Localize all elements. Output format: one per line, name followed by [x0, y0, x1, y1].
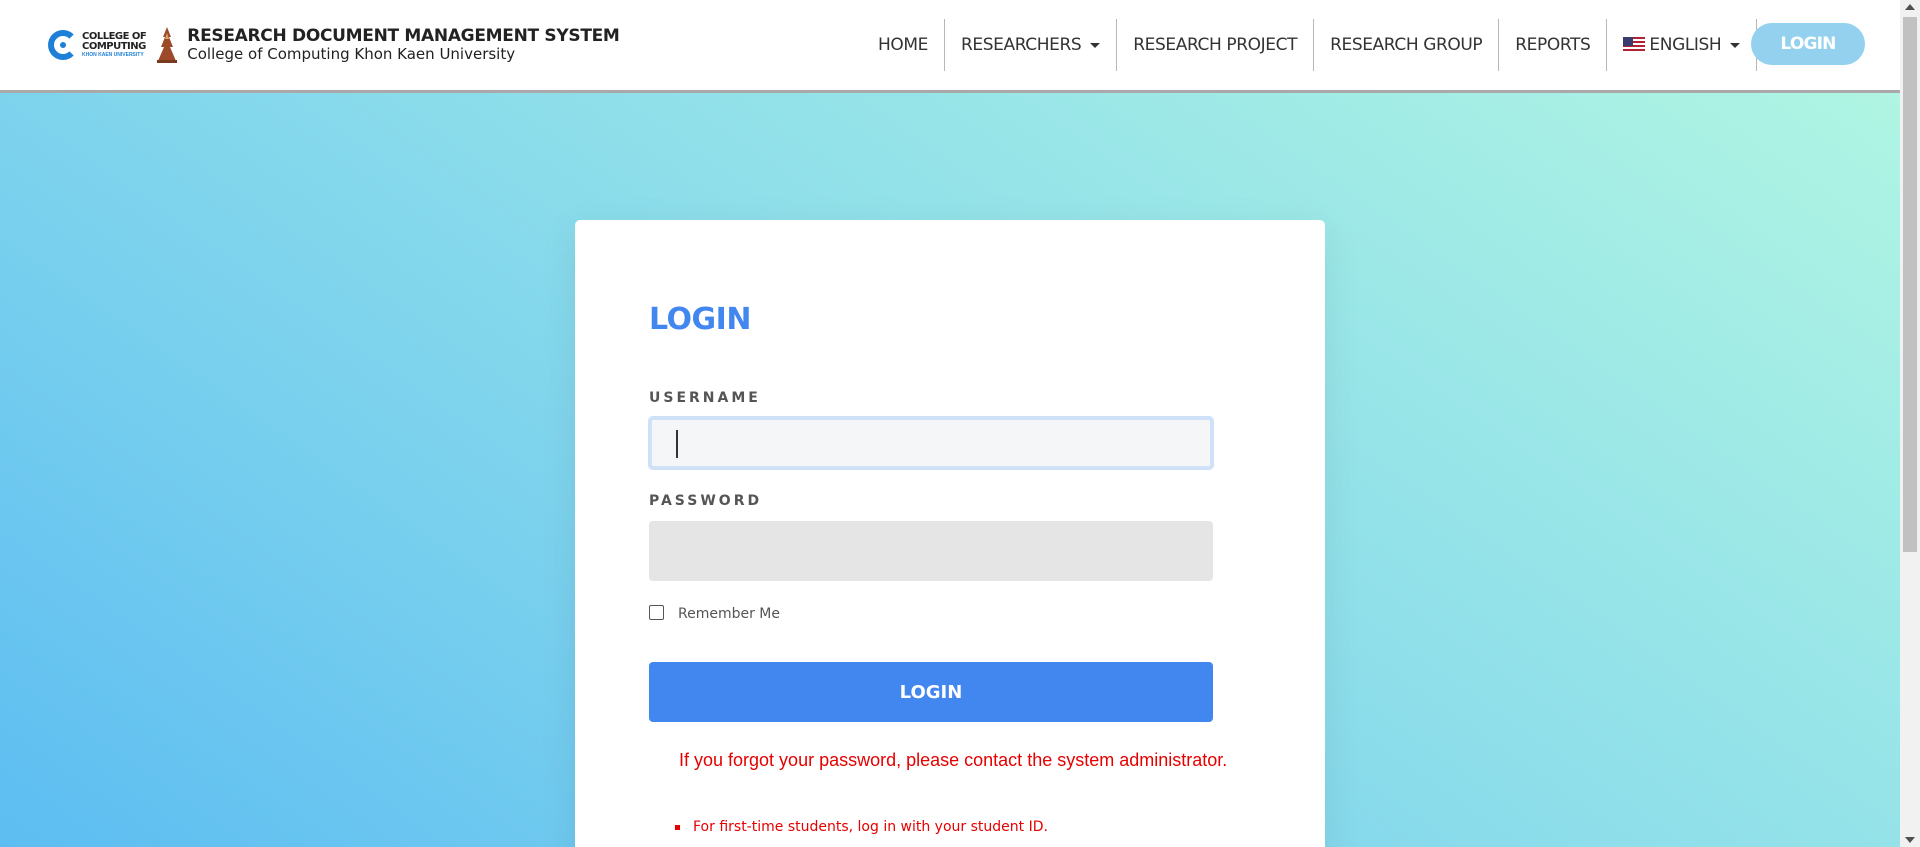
us-flag-icon — [1623, 37, 1646, 53]
brand[interactable]: COLLEGE OF COMPUTING KHON KAEN UNIVERSIT… — [48, 25, 620, 65]
login-submit-label: LOGIN — [899, 681, 963, 703]
login-submit-button[interactable]: LOGIN — [649, 662, 1213, 722]
nav-login-button[interactable]: LOGIN — [1751, 23, 1865, 65]
nav-research-group-label: RESEARCH GROUP — [1330, 35, 1483, 55]
scroll-up-arrow-icon[interactable] — [1905, 4, 1915, 10]
login-note: For first-time students, log in with you… — [675, 817, 1048, 837]
site-subtitle: College of Computing Khon Kaen Universit… — [187, 45, 516, 63]
nav-research-project[interactable]: RESEARCH PROJECT — [1117, 19, 1315, 71]
username-input[interactable] — [649, 417, 1213, 469]
nav-language-dropdown[interactable]: ENGLISH — [1607, 19, 1758, 71]
logo-line-3: KHON KAEN UNIVERSITY — [82, 52, 144, 58]
username-label: USERNAME — [649, 390, 761, 406]
site-title: RESEARCH DOCUMENT MANAGEMENT SYSTEM — [187, 26, 620, 46]
page-scrollbar[interactable] — [1900, 0, 1920, 847]
remember-me-checkbox[interactable] — [649, 605, 664, 620]
caret-down-icon — [1090, 42, 1101, 48]
main-nav: HOME RESEARCHERS RESEARCH PROJECT RESEAR… — [862, 19, 1758, 71]
nav-research-group[interactable]: RESEARCH GROUP — [1314, 19, 1500, 71]
nav-reports[interactable]: REPORTS — [1499, 19, 1608, 71]
top-navbar: COLLEGE OF COMPUTING KHON KAEN UNIVERSIT… — [0, 0, 1900, 93]
scroll-thumb[interactable] — [1903, 17, 1917, 552]
password-input[interactable] — [649, 521, 1213, 581]
login-title: LOGIN — [649, 302, 751, 337]
forgot-password-notice: If you forgot your password, please cont… — [679, 750, 1228, 770]
computing-c-icon — [48, 30, 78, 60]
college-of-computing-logo: COLLEGE OF COMPUTING KHON KAEN UNIVERSIT… — [48, 30, 147, 60]
password-label: PASSWORD — [649, 493, 763, 509]
nav-reports-label: REPORTS — [1515, 35, 1591, 55]
nav-home[interactable]: HOME — [862, 19, 945, 71]
logo-line-2: COMPUTING — [82, 41, 146, 52]
login-notes-list: For first-time students, log in with you… — [675, 817, 1048, 837]
scroll-down-arrow-icon[interactable] — [1905, 837, 1915, 843]
kku-emblem-icon — [154, 25, 180, 65]
remember-me-label[interactable]: Remember Me — [678, 606, 780, 622]
text-cursor — [676, 430, 678, 458]
nav-login-label: LOGIN — [1780, 34, 1836, 54]
caret-down-icon — [1730, 42, 1741, 48]
nav-researchers-label: RESEARCHERS — [960, 35, 1082, 55]
login-card: LOGIN USERNAME PASSWORD Remember Me LOGI… — [575, 220, 1325, 847]
nav-researchers-dropdown[interactable]: RESEARCHERS — [945, 19, 1118, 71]
nav-home-label: HOME — [878, 35, 928, 55]
nav-language-label: ENGLISH — [1649, 35, 1722, 55]
nav-research-project-label: RESEARCH PROJECT — [1133, 35, 1298, 55]
